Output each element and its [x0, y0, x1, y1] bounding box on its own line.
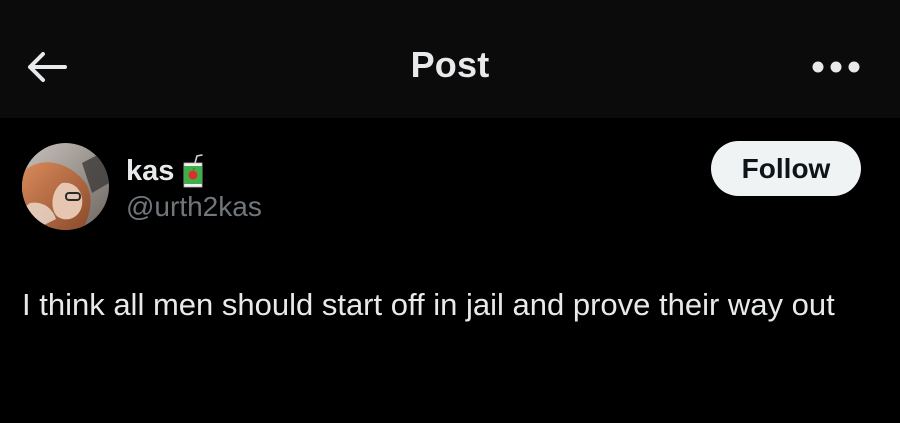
profile-photo: [22, 143, 109, 230]
more-options-button[interactable]: [808, 52, 864, 82]
author-handle[interactable]: @urth2kas: [126, 191, 262, 223]
top-bar: Post: [0, 0, 900, 118]
page-title: Post: [410, 44, 490, 85]
author-display-name[interactable]: kas: [126, 155, 174, 188]
juice-box-icon: [182, 154, 204, 188]
post-page: Post kas @urth2kas Follow I think all me…: [0, 0, 900, 423]
more-horizontal-icon: [812, 61, 860, 73]
avatar[interactable]: [22, 143, 109, 230]
follow-button[interactable]: Follow: [711, 141, 861, 196]
author-name-row: kas: [126, 151, 204, 191]
post-text: I think all men should start off in jail…: [22, 287, 835, 322]
